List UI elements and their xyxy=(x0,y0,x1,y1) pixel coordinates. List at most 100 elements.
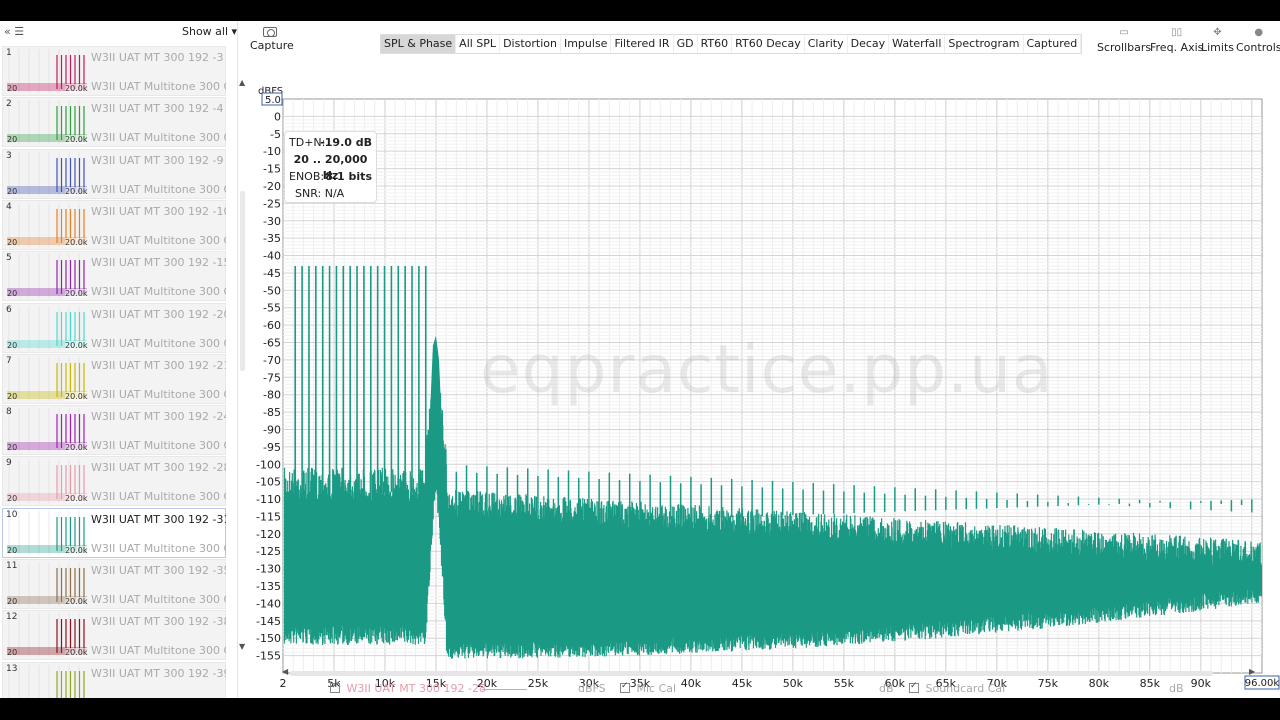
item-subtitle: W3II UAT Multitone 300 Ohm xyxy=(91,593,226,606)
item-subtitle: W3II UAT Multitone 300 Ohm xyxy=(91,80,226,93)
legend-trace[interactable]: W3II UAT MT 300 192 -28 xyxy=(330,681,486,695)
collapse-list-icon[interactable]: « ☰ xyxy=(4,25,24,38)
tab-gd[interactable]: GD xyxy=(673,35,698,53)
x-tick-label: 50k xyxy=(783,677,804,690)
y-tick-label: -60 xyxy=(263,319,281,332)
item-title: W3II UAT MT 300 192 -9 xyxy=(91,153,224,167)
measurement-list-item[interactable]: 12 20 20.0k W3II UAT MT 300 192 -38 L7 W3II … xyxy=(2,610,226,661)
item-subtitle: W3II UAT Multitone 300 Ohm xyxy=(91,644,226,658)
scrollbars-button[interactable]: ▭ Scrollbars xyxy=(1097,27,1151,54)
measurement-sidebar: « ☰ Show all ▾ 1 20 20.0k W3II UAT MT 300 1… xyxy=(0,21,245,698)
y-tick-label: -130 xyxy=(256,563,281,576)
tab-spectrogram[interactable]: Spectrogram xyxy=(945,35,1024,53)
measurement-list-item[interactable]: 2 20 20.0k W3II UAT MT 300 192 -4 L1 W3II UA… xyxy=(2,97,226,148)
capture-button[interactable]: Capture xyxy=(250,27,294,52)
tab-clarity[interactable]: Clarity xyxy=(804,35,848,53)
capture-label: Capture xyxy=(250,39,294,52)
measurement-list-item[interactable]: 5 20 20.0k W3II UAT MT 300 192 -15 W3II UAT … xyxy=(2,251,226,302)
limits-button[interactable]: ✥ Limits xyxy=(1201,27,1234,54)
measurement-list-item[interactable]: 8 20 20.0k W3II UAT MT 300 192 -24 W3II UAT … xyxy=(2,405,226,456)
y-tick-label: -30 xyxy=(263,215,281,228)
y-tick-label: -20 xyxy=(263,180,281,193)
tab-decay[interactable]: Decay xyxy=(847,35,890,53)
item-number: 8 xyxy=(6,407,12,418)
thumb-axis-max: 20.0k xyxy=(65,186,88,196)
x-tick-label: 55k xyxy=(834,677,855,690)
y-max-value: 5.0 xyxy=(265,95,281,106)
y-tick-label: -150 xyxy=(256,632,281,645)
y-tick-label: -45 xyxy=(263,267,281,280)
item-number: 1 xyxy=(6,48,12,58)
tab-impulse[interactable]: Impulse xyxy=(560,35,612,53)
app-window: « ☰ Show all ▾ 1 20 20.0k W3II UAT MT 300 1… xyxy=(0,21,1280,698)
tab-spl-phase[interactable]: SPL & Phase xyxy=(381,35,457,53)
measurement-list-item[interactable]: 132020.0kW3II UAT MT 300 192 -39W3II UAT… xyxy=(2,661,226,698)
item-subtitle: W3II UAT Multitone 300 Ohm xyxy=(91,696,226,698)
tab-all-spl[interactable]: All SPL xyxy=(456,35,501,53)
tab-distortion[interactable]: Distortion xyxy=(500,35,561,53)
scrollbars-icon: ▭ xyxy=(1119,27,1129,38)
item-number: 10 xyxy=(6,509,18,520)
y-tick-label: -90 xyxy=(263,423,281,436)
legend-soundcard-unit: dB xyxy=(1169,682,1184,695)
item-number: 2 xyxy=(6,99,12,110)
item-title: W3II UAT MT 300 192 -15 xyxy=(91,256,226,270)
trace-checkbox-icon[interactable] xyxy=(330,681,340,693)
legend-mic-unit: dB xyxy=(879,682,894,695)
tab-filtered-ir[interactable]: Filtered IR xyxy=(611,35,674,53)
x-tick-label: 40k xyxy=(681,677,702,690)
legend-mic-cal[interactable]: Mic Cal xyxy=(620,681,676,695)
y-tick-label: -55 xyxy=(263,302,281,315)
item-title: W3II UAT MT 300 192 -24 xyxy=(91,410,226,424)
y-tick-label: -115 xyxy=(256,510,281,523)
item-number: 4 xyxy=(6,201,12,212)
snr-text: SNR: N/A xyxy=(295,187,345,200)
measurement-list-item[interactable]: 9 20 20.0k W3II UAT MT 300 192 -28 W3II UAT … xyxy=(2,456,226,507)
y-tick-label: -25 xyxy=(263,197,281,210)
freq-axis-icon: ▯▯ xyxy=(1171,27,1183,38)
y-tick-label: -35 xyxy=(263,232,281,245)
item-title: W3II UAT MT 300 192 -28 xyxy=(91,461,226,475)
item-number: 6 xyxy=(6,304,12,315)
y-tick-label: -50 xyxy=(263,284,281,297)
measurement-list-item[interactable]: 10 20 20.0k W3II UAT MT 300 192 -31 W3II UAT… xyxy=(2,507,226,558)
hscroll-left-icon[interactable]: ◀ xyxy=(282,667,288,676)
measurement-list-item[interactable]: 7 20 20.0k W3II UAT MT 300 192 -21 W3II UAT … xyxy=(2,353,226,404)
hscroll-right-icon[interactable]: ▶ xyxy=(1249,667,1255,676)
y-tick-label: -5 xyxy=(270,128,281,141)
thumb-axis-min: 20 xyxy=(7,186,18,196)
item-title: W3II UAT MT 300 192 -3 xyxy=(91,51,224,64)
mic-cal-checkbox-icon[interactable] xyxy=(620,681,630,693)
controls-button[interactable]: ● Controls xyxy=(1236,27,1280,54)
measurement-list-item[interactable]: 11 20 20.0k W3II UAT MT 300 192 -35 W3II UAT… xyxy=(2,559,226,609)
item-title: W3II UAT MT 300 192 -38 L7 xyxy=(91,615,226,629)
x-tick-label: 80k xyxy=(1089,677,1110,690)
show-all-label: Show all xyxy=(182,25,229,38)
item-number: 11 xyxy=(6,561,18,571)
item-subtitle: W3II UAT Multitone 300 Ohm xyxy=(91,182,226,196)
show-all-dropdown[interactable]: Show all ▾ xyxy=(182,25,237,38)
thumb-axis-min: 20 xyxy=(7,135,18,145)
enob-value: 8.1 bits xyxy=(325,170,372,183)
thumb-axis-min: 20 xyxy=(7,648,18,658)
measurement-list: 1 20 20.0k W3II UAT MT 300 192 -3 W3II UAT M… xyxy=(2,46,226,698)
legend-soundcard-cal[interactable]: Soundcard Cal xyxy=(909,681,1005,695)
y-tick-label: -85 xyxy=(263,406,281,419)
thumb-axis-min: 20 xyxy=(7,237,18,247)
tab-rt60[interactable]: RT60 xyxy=(697,35,733,53)
measurement-list-item[interactable]: 4 20 20.0k W3II UAT MT 300 192 -10 L1 W3II U… xyxy=(2,199,226,250)
horizontal-scrollbar[interactable] xyxy=(290,671,1213,676)
y-tick-label: 0 xyxy=(274,110,281,123)
controls-icon: ● xyxy=(1254,27,1264,38)
thumb-axis-max: 20.0k xyxy=(65,340,88,350)
measurement-list-item[interactable]: 6 20 20.0k W3II UAT MT 300 192 -20 L1 W3II U… xyxy=(2,302,226,353)
item-subtitle: W3II UAT Multitone 300 Ohm xyxy=(91,285,226,299)
tab-waterfall[interactable]: Waterfall xyxy=(889,35,946,53)
measurement-list-item[interactable]: 1 20 20.0k W3II UAT MT 300 192 -3 W3II UAT M… xyxy=(2,46,226,96)
thumb-axis-max: 20.0k xyxy=(65,494,88,504)
measurement-list-item[interactable]: 3 20 20.0k W3II UAT MT 300 192 -9 W3II UAT M… xyxy=(2,148,226,199)
tab-rt60-decay[interactable]: RT60 Decay xyxy=(732,35,805,53)
freq-axis-button[interactable]: ▯▯ Freq. Axis xyxy=(1150,27,1203,54)
tab-captured[interactable]: Captured xyxy=(1023,35,1082,53)
soundcard-cal-checkbox-icon[interactable] xyxy=(909,681,919,693)
